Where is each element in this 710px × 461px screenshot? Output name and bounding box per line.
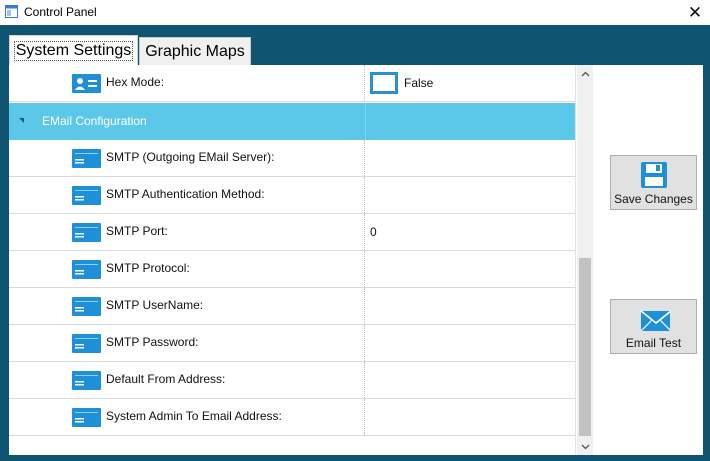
property-value-cell[interactable]: 0 [366, 214, 575, 250]
scroll-down-button[interactable] [577, 438, 593, 455]
hex-mode-value: False [404, 76, 434, 90]
property-label: Hex Mode: [106, 75, 165, 89]
property-label: SMTP Authentication Method: [106, 187, 265, 201]
property-row-hex-mode[interactable]: Hex Mode: False [9, 65, 575, 102]
property-name-cell: Default From Address: [9, 362, 365, 398]
button-label: Email Test [625, 336, 682, 350]
tab-system-settings[interactable]: System Settings [9, 35, 138, 65]
property-row-smtp-auth-method[interactable]: SMTP Authentication Method: [9, 177, 575, 214]
property-label: SMTP UserName: [106, 298, 204, 312]
button-label: Save Changes [614, 192, 693, 206]
property-name-cell: SMTP Password: [9, 325, 365, 361]
property-grid: Hex Mode: False EMail Configuration SMTP… [9, 65, 576, 455]
floppy-disk-icon [641, 162, 667, 188]
property-row-system-admin-email[interactable]: System Admin To Email Address: [9, 399, 575, 436]
section-divider [365, 103, 366, 140]
property-value-cell[interactable] [366, 325, 575, 361]
property-row-smtp-password[interactable]: SMTP Password: [9, 325, 575, 362]
window-title: Control Panel [24, 5, 97, 19]
email-test-button[interactable]: Email Test [610, 299, 697, 354]
property-value-cell[interactable] [366, 362, 575, 398]
property-row-smtp-server[interactable]: SMTP (Outgoing EMail Server): [9, 140, 575, 177]
save-changes-button[interactable]: Save Changes [610, 155, 697, 210]
scroll-thumb[interactable] [579, 258, 591, 436]
collapse-triangle-icon[interactable] [19, 118, 24, 123]
property-name-cell: SMTP Port: [9, 214, 365, 250]
property-row-default-from-address[interactable]: Default From Address: [9, 362, 575, 399]
text-field-icon [72, 223, 101, 242]
tab-label: Graphic Maps [145, 43, 245, 60]
property-name-cell: SMTP (Outgoing EMail Server): [9, 140, 365, 176]
property-name-cell: Hex Mode: [9, 65, 365, 101]
property-label: SMTP Port: [106, 224, 168, 238]
property-value-cell[interactable]: False [366, 65, 575, 101]
settings-panel: Hex Mode: False EMail Configuration SMTP… [9, 65, 703, 455]
property-name-cell: SMTP Protocol: [9, 251, 365, 287]
envelope-icon [640, 310, 670, 332]
property-row-smtp-protocol[interactable]: SMTP Protocol: [9, 251, 575, 288]
property-name-cell: SMTP UserName: [9, 288, 365, 324]
property-label: System Admin To Email Address: [106, 409, 282, 423]
text-field-icon [72, 408, 101, 427]
section-email-configuration[interactable]: EMail Configuration [9, 103, 575, 140]
property-value-cell[interactable] [366, 288, 575, 324]
property-value-cell[interactable] [366, 140, 575, 176]
text-field-icon [72, 334, 101, 353]
vertical-scrollbar[interactable] [577, 65, 593, 455]
text-field-icon [72, 149, 101, 168]
property-label: SMTP Password: [106, 335, 199, 349]
tab-graphic-maps[interactable]: Graphic Maps [139, 37, 251, 66]
property-value: 0 [370, 225, 377, 239]
tab-label: System Settings [13, 40, 134, 61]
property-name-cell: SMTP Authentication Method: [9, 177, 365, 213]
text-field-icon [72, 371, 101, 390]
property-row-smtp-username[interactable]: SMTP UserName: [9, 288, 575, 325]
property-value-cell[interactable] [366, 177, 575, 213]
text-field-icon [72, 297, 101, 316]
property-label: Default From Address: [106, 372, 226, 386]
chevron-down-icon [581, 444, 589, 449]
close-icon: ✕ [687, 2, 703, 22]
chevron-up-icon [581, 71, 589, 76]
property-value-cell[interactable] [366, 251, 575, 287]
property-row-smtp-port[interactable]: SMTP Port: 0 [9, 214, 575, 251]
person-card-icon [72, 74, 101, 93]
title-bar: Control Panel ✕ [0, 0, 710, 25]
hex-mode-checkbox[interactable] [370, 72, 398, 94]
section-label: EMail Configuration [42, 114, 147, 128]
text-field-icon [72, 260, 101, 279]
close-button[interactable]: ✕ [680, 0, 710, 25]
text-field-icon [72, 186, 101, 205]
property-label: SMTP Protocol: [106, 261, 190, 275]
app-icon [5, 5, 18, 18]
property-name-cell: System Admin To Email Address: [9, 399, 365, 435]
property-label: SMTP (Outgoing EMail Server): [106, 150, 275, 164]
scroll-up-button[interactable] [577, 65, 593, 82]
property-value-cell[interactable] [366, 399, 575, 435]
